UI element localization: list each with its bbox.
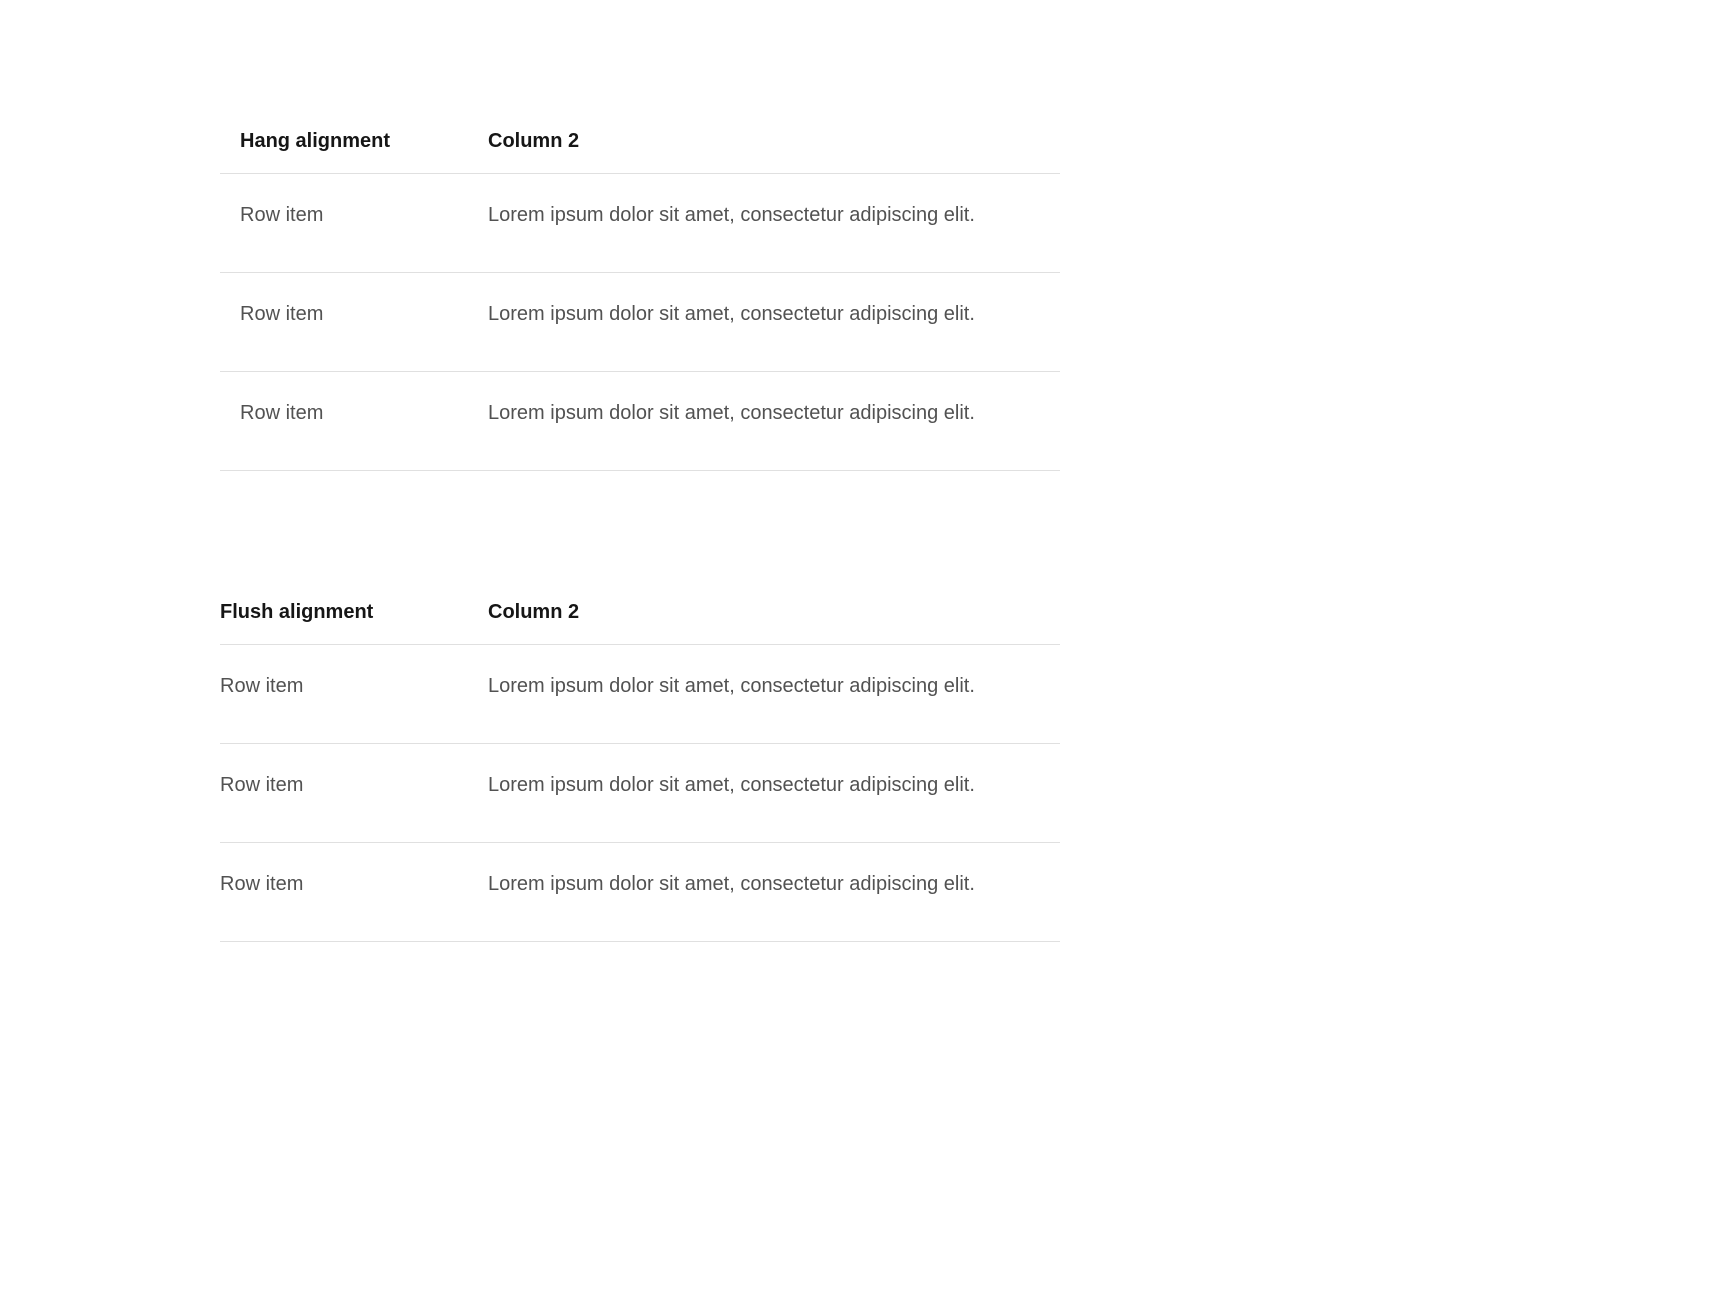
row-content: Lorem ipsum dolor sit amet, consectetur … (488, 204, 975, 226)
column-1-header: Flush alignment (220, 601, 373, 623)
hang-alignment-table: Hang alignment Column 2 Row item Lorem i… (220, 130, 1060, 471)
row-label: Row item (220, 675, 303, 697)
column-2-header: Column 2 (488, 130, 579, 152)
flush-alignment-table: Flush alignment Column 2 Row item Lorem … (220, 601, 1060, 942)
table-row: Row item Lorem ipsum dolor sit amet, con… (220, 744, 1060, 843)
row-content: Lorem ipsum dolor sit amet, consectetur … (488, 873, 975, 895)
table-row: Row item Lorem ipsum dolor sit amet, con… (220, 273, 1060, 372)
table-row: Row item Lorem ipsum dolor sit amet, con… (220, 843, 1060, 942)
table-row: Row item Lorem ipsum dolor sit amet, con… (220, 372, 1060, 471)
table-row: Row item Lorem ipsum dolor sit amet, con… (220, 645, 1060, 744)
row-content: Lorem ipsum dolor sit amet, consectetur … (488, 402, 975, 424)
row-label: Row item (240, 303, 323, 325)
column-1-header: Hang alignment (240, 130, 390, 152)
row-content: Lorem ipsum dolor sit amet, consectetur … (488, 774, 975, 796)
table-header-row: Flush alignment Column 2 (220, 601, 1060, 645)
row-label: Row item (240, 204, 323, 226)
row-content: Lorem ipsum dolor sit amet, consectetur … (488, 303, 975, 325)
table-header-row: Hang alignment Column 2 (220, 130, 1060, 174)
table-row: Row item Lorem ipsum dolor sit amet, con… (220, 174, 1060, 273)
row-label: Row item (220, 774, 303, 796)
row-content: Lorem ipsum dolor sit amet, consectetur … (488, 675, 975, 697)
row-label: Row item (240, 402, 323, 424)
row-label: Row item (220, 873, 303, 895)
column-2-header: Column 2 (488, 601, 579, 623)
